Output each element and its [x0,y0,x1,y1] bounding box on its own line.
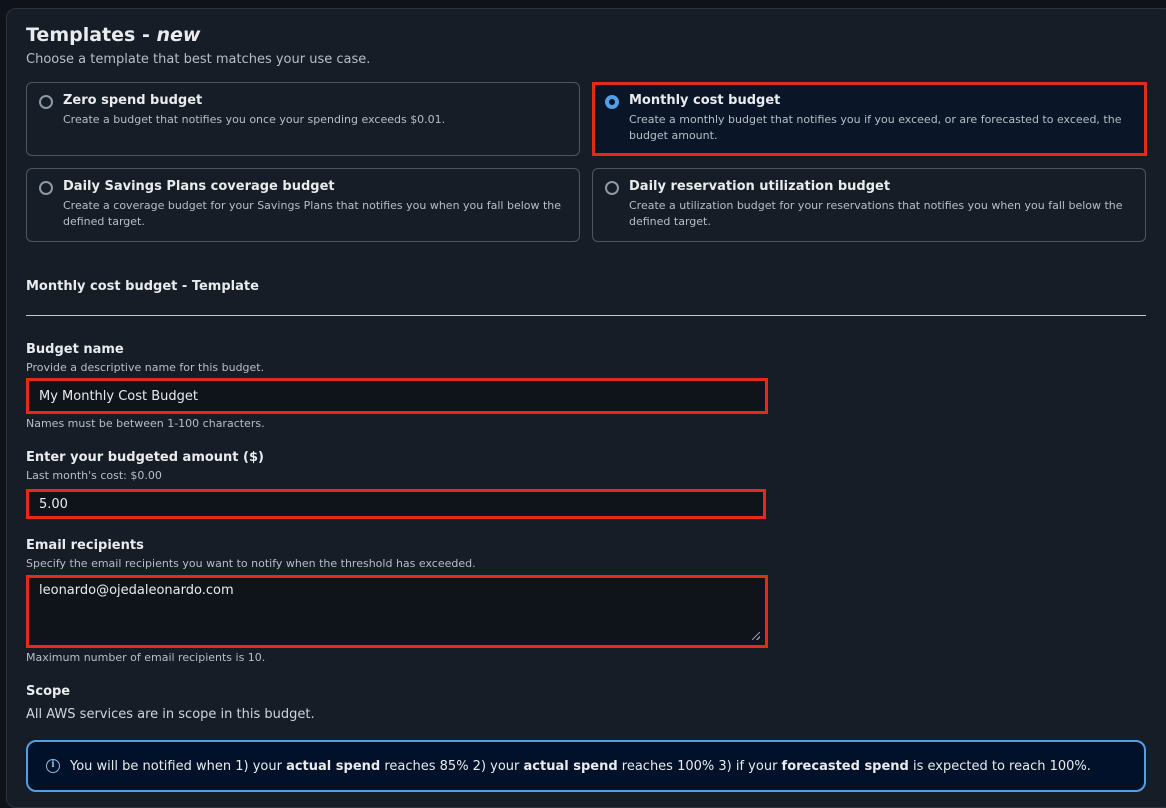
email-recipients-constraint: Maximum number of email recipients is 10… [26,651,266,664]
section-divider [26,315,1146,316]
budget-name-description: Provide a descriptive name for this budg… [26,361,265,374]
page-description: Choose a template that best matches your… [26,52,371,67]
email-recipients-textarea[interactable]: leonardo@ojedaleonardo.com [26,575,768,648]
template-savings-plans-coverage[interactable]: Daily Savings Plans coverage budget Crea… [26,168,580,242]
budget-name-constraint: Names must be between 1-100 characters. [26,417,265,430]
alert-bold-1: actual spend [286,758,381,774]
template-description: Create a utilization budget for your res… [629,199,1123,228]
budget-name-input[interactable] [26,378,768,414]
alert-text: You will be notified when 1) your actual… [70,759,1091,774]
scope-text: All AWS services are in scope in this bu… [26,707,315,722]
budget-amount-label: Enter your budgeted amount ($) [26,450,264,465]
resize-handle-icon[interactable] [752,632,760,640]
info-alert: i You will be notified when 1) your actu… [26,740,1146,792]
budget-name-label: Budget name [26,342,124,357]
alert-text-3: reaches 100% 3) if your [617,758,782,774]
radio-button[interactable] [39,95,53,109]
alert-text-2: reaches 85% 2) your [380,758,524,774]
scope-label: Scope [26,684,71,699]
template-title: Zero spend budget [63,93,203,108]
template-description: Create a budget that notifies you once y… [63,113,446,126]
alert-bold-3: forecasted spend [781,758,909,774]
title-text: Templates - [26,24,157,46]
radio-button[interactable] [605,181,619,195]
title-emphasis: new [156,24,201,46]
template-title: Monthly cost budget [629,93,781,108]
template-description: Create a coverage budget for your Saving… [63,199,562,228]
email-recipients-description: Specify the email recipients you want to… [26,557,476,570]
info-icon: i [46,759,60,773]
budget-amount-input[interactable] [26,489,766,519]
section-title: Monthly cost budget - Template [26,279,259,294]
last-month-cost: Last month's cost: $0.00 [26,469,162,482]
template-reservation-utilization[interactable]: Daily reservation utilization budget Cre… [592,168,1146,242]
email-recipients-label: Email recipients [26,538,144,553]
template-zero-spend[interactable]: Zero spend budget Create a budget that n… [26,82,580,156]
template-description: Create a monthly budget that notifies yo… [629,113,1122,142]
template-title: Daily Savings Plans coverage budget [63,179,335,194]
radio-button[interactable] [39,181,53,195]
radio-button-selected[interactable] [605,95,619,109]
alert-bold-2: actual spend [523,758,618,774]
template-monthly-cost[interactable]: Monthly cost budget Create a monthly bud… [592,82,1147,156]
alert-text-1: You will be notified when 1) your [70,758,287,774]
alert-text-4: is expected to reach 100%. [908,758,1091,774]
page-title: Templates - new [26,24,200,46]
template-title: Daily reservation utilization budget [629,179,891,194]
